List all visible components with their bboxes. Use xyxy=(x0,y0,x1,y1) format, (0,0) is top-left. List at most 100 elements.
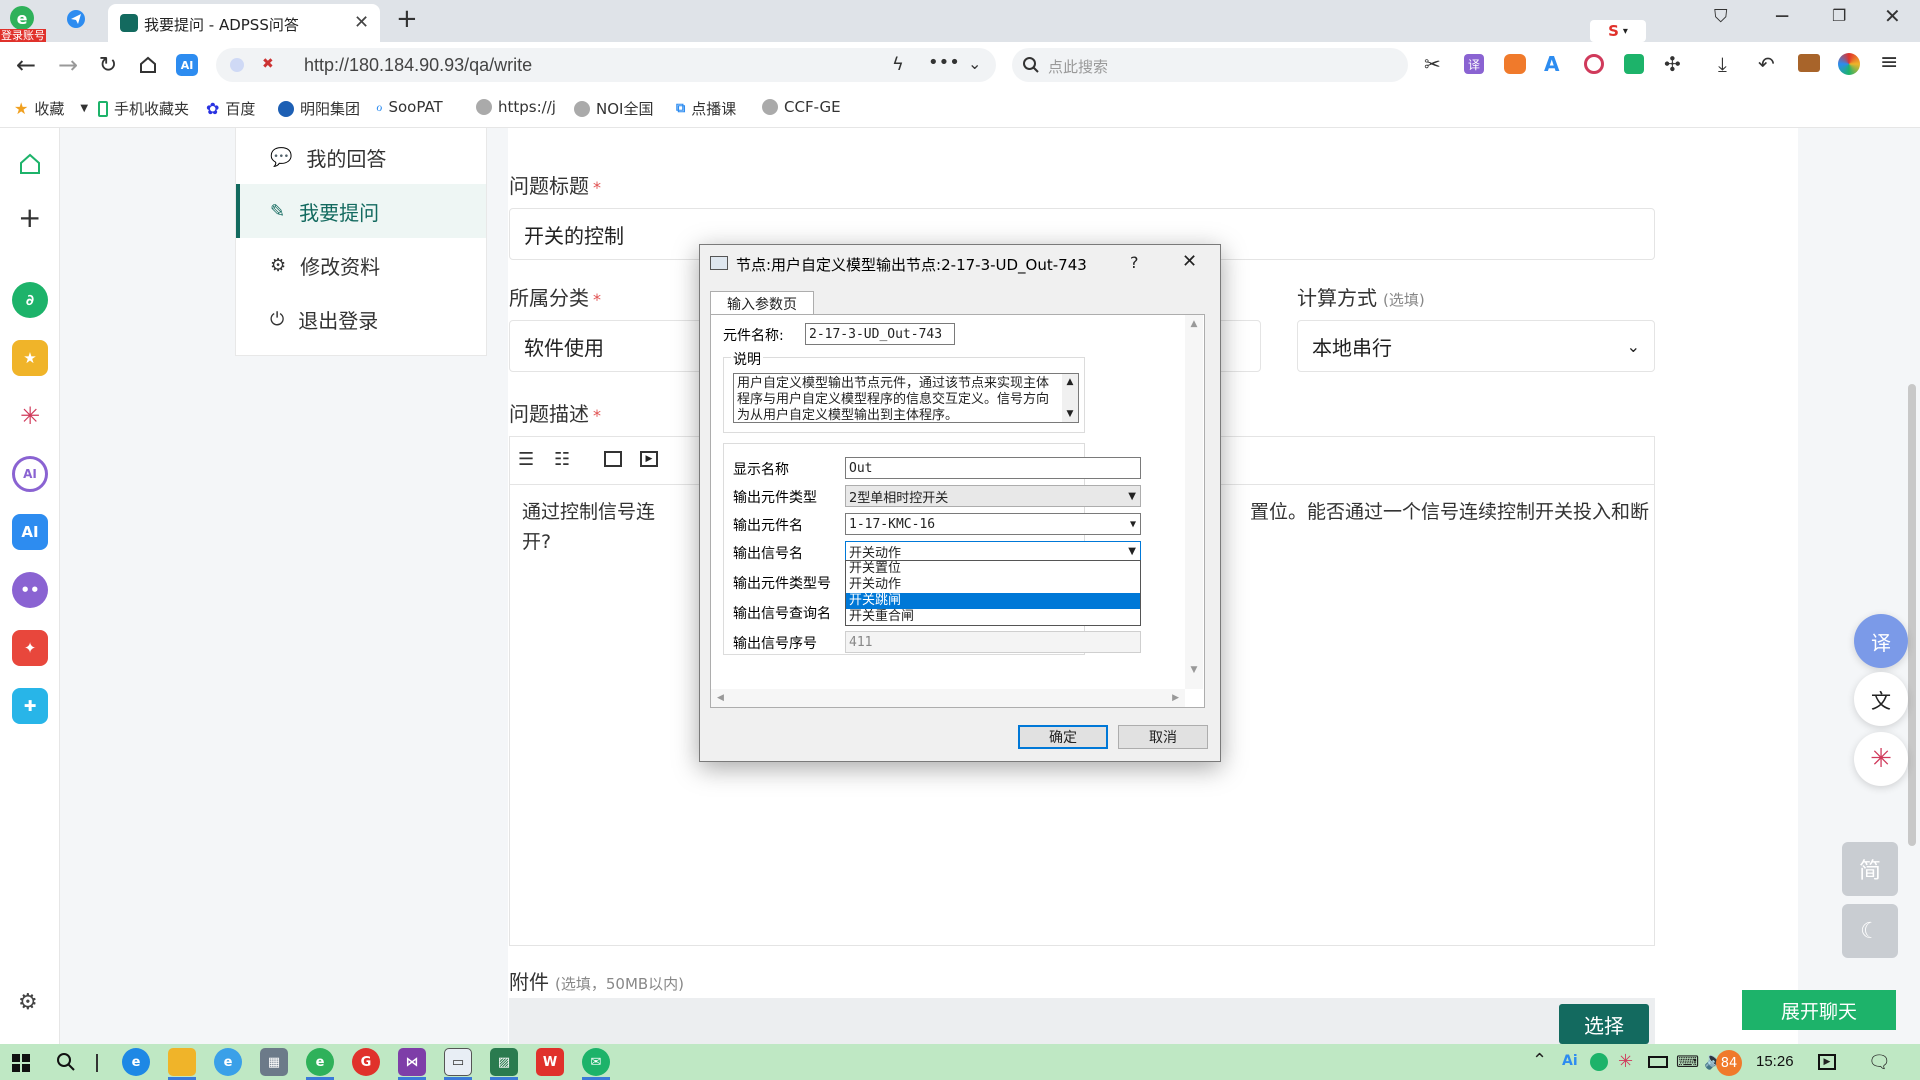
undo-icon[interactable]: ↶ xyxy=(1758,52,1775,76)
battery-icon[interactable] xyxy=(1648,1056,1668,1068)
bookmark-mobile[interactable]: 手机收藏夹 xyxy=(98,98,189,119)
dropdown-chevron-icon[interactable]: ⌄ xyxy=(968,54,981,73)
numbered-list-icon[interactable]: ☷ xyxy=(554,449,570,470)
ok-button[interactable]: 确定 xyxy=(1018,725,1108,749)
shield-icon[interactable] xyxy=(230,58,244,72)
game-ext-icon[interactable] xyxy=(1504,54,1526,74)
add-icon[interactable]: + xyxy=(18,204,41,232)
translate-ext-icon[interactable]: 译 xyxy=(1464,54,1484,74)
login-badge[interactable]: 登录账号 xyxy=(0,29,46,43)
ai-icon[interactable]: AI xyxy=(176,54,198,76)
bookmark-baidu[interactable]: ✿ 百度 xyxy=(206,98,255,119)
calc-select[interactable]: 本地串行 ⌄ xyxy=(1297,320,1655,372)
page-scrollbar[interactable] xyxy=(1908,384,1916,846)
tab-active[interactable]: 我要提问 - ADPSS问答 ✕ xyxy=(108,4,380,42)
image-icon[interactable] xyxy=(604,451,622,467)
star-app-icon[interactable]: ★ xyxy=(12,340,48,376)
folder-icon[interactable] xyxy=(168,1048,196,1076)
menu-item-ask[interactable]: ✎ 我要提问 xyxy=(236,184,486,238)
serial-field[interactable]: 411 xyxy=(845,631,1141,653)
home-icon[interactable] xyxy=(128,47,168,83)
ai-chat-app-icon[interactable]: AI xyxy=(12,456,48,492)
insecure-lock-icon[interactable]: ✖ xyxy=(262,56,274,72)
app-red-icon[interactable]: G xyxy=(352,1048,380,1076)
menu-item-logout[interactable]: ⏻ 退出登录 xyxy=(236,292,486,346)
new-tab-icon[interactable]: + xyxy=(396,4,418,34)
translate-lang-icon[interactable]: 文 xyxy=(1854,672,1908,726)
puzzle-app-icon[interactable]: ✚ xyxy=(12,688,48,724)
windows-start-icon[interactable] xyxy=(12,1054,30,1072)
notification-badge[interactable]: 84 xyxy=(1716,1050,1742,1076)
tray-ai-icon[interactable]: Ai xyxy=(1562,1053,1578,1069)
element-name-field[interactable]: 2-17-3-UD_Out-743 xyxy=(805,323,955,345)
book-ext-icon[interactable] xyxy=(1624,54,1644,74)
link-app-icon[interactable]: ∂ xyxy=(12,282,48,318)
action-center-icon[interactable]: 🗨 xyxy=(1868,1052,1891,1073)
dropdown-option[interactable]: 开关重合闸 xyxy=(846,609,1140,625)
panel-hscroll[interactable]: ◀ ▶ xyxy=(711,689,1185,707)
menu-icon[interactable]: ≡ xyxy=(1880,50,1898,75)
briefcase-icon[interactable] xyxy=(1798,54,1820,72)
desc-scrollbar[interactable]: ▲ ▼ xyxy=(1062,374,1078,422)
window-close-icon[interactable]: ✕ xyxy=(1884,4,1901,28)
output-type-combo[interactable]: 2型单相时控开关 ▼ xyxy=(845,485,1141,507)
wechat-icon[interactable]: ✉ xyxy=(582,1048,610,1076)
search-icon[interactable] xyxy=(56,1052,76,1072)
tab-input-params[interactable]: 输入参数页 xyxy=(710,291,814,315)
scissors-icon[interactable]: ✂ xyxy=(1424,52,1441,76)
choose-file-button[interactable]: 选择 xyxy=(1559,1004,1649,1044)
font-ext-icon[interactable]: A xyxy=(1544,52,1559,76)
tray-network-icon[interactable]: ✳ xyxy=(1618,1051,1633,1072)
dialog-close-icon[interactable]: ✕ xyxy=(1182,251,1197,272)
dropdown-option-selected[interactable]: 开关跳闸 xyxy=(846,593,1140,609)
visual-studio-icon[interactable]: ⋈ xyxy=(398,1048,426,1076)
desc-textbox[interactable]: 用户自定义模型输出节点元件，通过该节点来实现主体程序与用户自定义模型程序的信息交… xyxy=(733,373,1079,423)
night-mode-button[interactable]: ☾ xyxy=(1842,904,1898,958)
wifi-icon[interactable]: ⌨ xyxy=(1676,1052,1699,1071)
restore-icon[interactable]: ❐ xyxy=(1832,6,1846,25)
clock[interactable]: 15:26 xyxy=(1756,1053,1794,1070)
image-viewer-icon[interactable]: ▨ xyxy=(490,1048,518,1076)
browser-taskbar-icon[interactable]: e xyxy=(306,1048,334,1076)
bookmark-https[interactable]: https://j xyxy=(476,98,556,116)
edge-icon[interactable]: e xyxy=(122,1048,150,1076)
translate-float-button[interactable]: 译 xyxy=(1854,614,1908,668)
window-app-icon[interactable]: ▭ xyxy=(444,1048,472,1076)
dialog-help-button[interactable]: ? xyxy=(1130,253,1139,272)
expand-chat-button[interactable]: 展开聊天 xyxy=(1742,990,1896,1030)
show-desktop-icon[interactable]: ▶ xyxy=(1818,1054,1836,1070)
calculator-icon[interactable]: ▦ xyxy=(260,1048,288,1076)
robot-app-icon[interactable]: •• xyxy=(12,572,48,608)
back-icon[interactable]: ← xyxy=(6,47,46,83)
wps-icon[interactable]: W xyxy=(536,1048,564,1076)
bookmark-soopat[interactable]: ℴ SooPAT xyxy=(376,98,443,116)
settings-gear-icon[interactable]: ⚙ xyxy=(18,990,38,1015)
signal-name-combo[interactable]: 开关动作 ▼ xyxy=(845,541,1141,561)
ai-app-icon[interactable]: AI xyxy=(12,514,48,550)
lightning-icon[interactable]: ϟ xyxy=(892,54,904,75)
tray-green-icon[interactable] xyxy=(1590,1053,1608,1071)
search-bar[interactable]: 点此搜索 xyxy=(1012,48,1408,82)
bookmark-mingyang[interactable]: 明阳集团 xyxy=(278,98,360,119)
game-app-icon[interactable]: ✦ xyxy=(12,630,48,666)
reload-icon[interactable]: ↻ xyxy=(88,47,128,83)
tab-close-icon[interactable]: ✕ xyxy=(354,12,369,33)
video-icon[interactable]: ▶ xyxy=(640,451,658,467)
more-icon[interactable]: ••• xyxy=(928,52,960,73)
bookmark-ccf[interactable]: CCF-GE xyxy=(762,98,841,116)
dropdown-option[interactable]: 开关置位 xyxy=(846,561,1140,577)
minimize-icon[interactable]: ─ xyxy=(1776,4,1788,28)
send-icon[interactable] xyxy=(66,9,86,29)
simplified-button[interactable]: 简 xyxy=(1842,842,1898,896)
tray-chevron-icon[interactable]: ⌃ xyxy=(1532,1050,1547,1071)
bullet-list-icon[interactable]: ☰ xyxy=(518,449,534,470)
bookmark-favorites[interactable]: ★ 收藏 ▼ xyxy=(14,98,88,119)
display-name-field[interactable]: Out xyxy=(845,457,1141,479)
network-app-icon[interactable]: ✳ xyxy=(12,398,48,434)
network-ext-icon[interactable] xyxy=(1584,54,1604,74)
dropdown-option[interactable]: 开关动作 xyxy=(846,577,1140,593)
menu-item-profile[interactable]: ⚙ 修改资料 xyxy=(236,238,486,292)
chevron-down-icon[interactable]: ▼ xyxy=(80,103,88,114)
network-float-icon[interactable]: ✳ xyxy=(1854,732,1908,786)
forward-icon[interactable]: → xyxy=(48,47,88,83)
